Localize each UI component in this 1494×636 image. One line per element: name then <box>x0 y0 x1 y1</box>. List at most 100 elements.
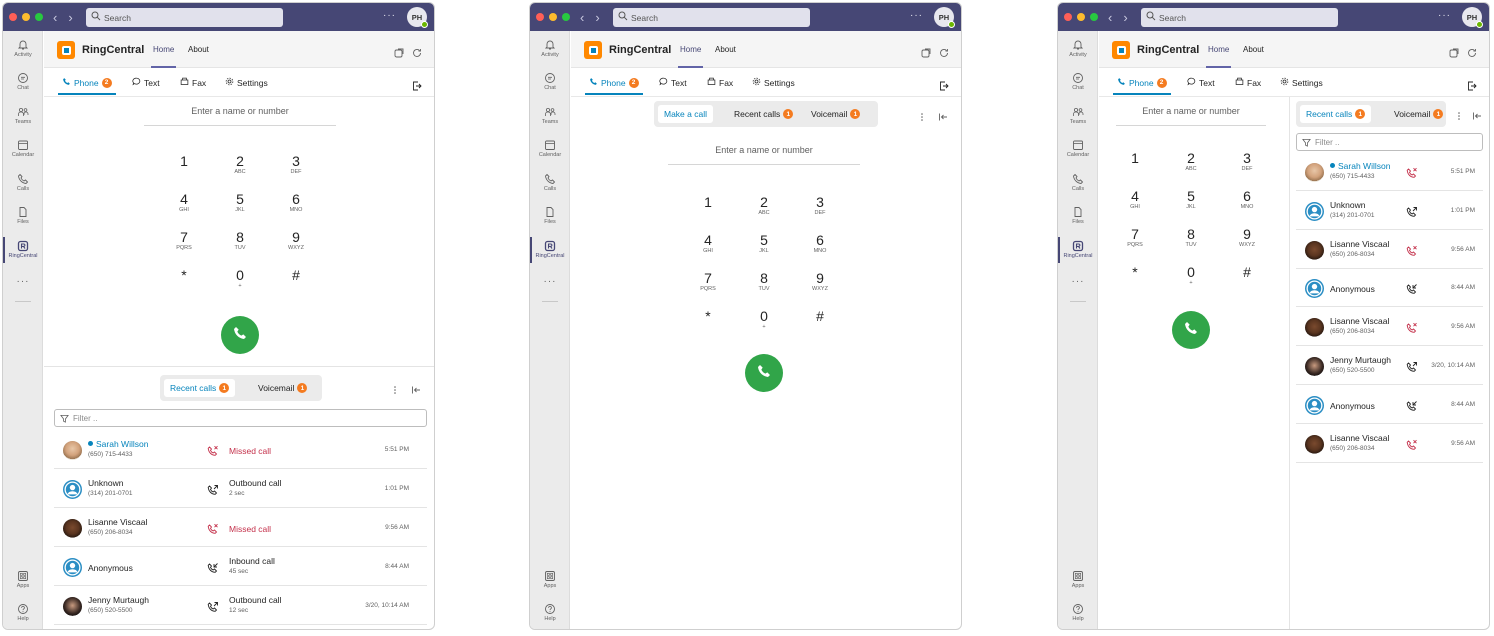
close-window-button[interactable] <box>536 13 544 21</box>
tab-home[interactable]: Home <box>150 45 177 68</box>
back-arrow-icon[interactable]: ‹ <box>53 10 57 25</box>
rail-item-teams[interactable]: Teams <box>1058 106 1098 125</box>
dial-key[interactable]: 1 <box>166 154 202 176</box>
sign-out-icon[interactable] <box>1467 78 1477 91</box>
call-log-row[interactable]: Unknown (314) 201-0701 Outbound call 2 sec 1… <box>54 470 427 508</box>
more-vertical-icon[interactable] <box>917 109 927 121</box>
dial-key[interactable]: 7 PQRS <box>690 271 726 293</box>
recent-calls-tab[interactable]: Recent calls 1 <box>164 379 236 397</box>
dial-key[interactable]: 8 TUV <box>1173 227 1209 249</box>
more-options-button[interactable]: ··· <box>1438 10 1451 21</box>
tab-settings[interactable]: Settings <box>752 77 795 88</box>
tab-phone[interactable]: Phone 2 <box>1113 77 1171 95</box>
dial-key[interactable]: * <box>690 309 726 331</box>
make-call-tab[interactable]: Make a call <box>658 105 713 123</box>
dial-key[interactable]: 5 JKL <box>222 192 258 214</box>
tab-fax[interactable]: Fax <box>1235 77 1261 88</box>
forward-arrow-icon[interactable]: › <box>68 10 72 25</box>
dial-input[interactable]: Enter a name or number <box>1116 106 1266 126</box>
dial-key[interactable]: 6 MNO <box>278 192 314 214</box>
minimize-window-button[interactable] <box>22 13 30 21</box>
dial-key[interactable]: 0 + <box>746 309 782 331</box>
dial-key[interactable]: 9 WXYZ <box>1229 227 1265 249</box>
tab-about[interactable]: About <box>715 45 736 54</box>
dial-key[interactable]: 3 DEF <box>802 195 838 217</box>
more-options-button[interactable]: ··· <box>910 10 923 21</box>
rail-more-apps-button[interactable]: ··· <box>1058 276 1098 287</box>
dial-key[interactable]: 2 ABC <box>746 195 782 217</box>
forward-arrow-icon[interactable]: › <box>1123 10 1127 25</box>
call-log-row[interactable]: Sarah Willson (650) 715-4433 Missed call 5:… <box>54 431 427 469</box>
dial-key[interactable]: 4 GHI <box>690 233 726 255</box>
more-options-button[interactable]: ··· <box>383 10 396 21</box>
dial-key[interactable]: 5 JKL <box>1173 189 1209 211</box>
user-avatar[interactable]: PH <box>407 7 428 28</box>
tab-text[interactable]: Text <box>132 77 160 88</box>
rail-more-apps-button[interactable]: ··· <box>3 276 43 287</box>
collapse-panel-icon[interactable] <box>938 109 948 121</box>
search-input[interactable]: Search <box>1141 8 1338 27</box>
rail-item-files[interactable]: Files <box>530 206 570 225</box>
tab-phone[interactable]: Phone 2 <box>58 77 116 95</box>
rail-item-activity[interactable]: Activity <box>530 39 570 58</box>
dial-input[interactable]: Enter a name or number <box>668 145 860 165</box>
rail-item-chat[interactable]: Chat <box>1058 72 1098 91</box>
dial-key[interactable]: 6 MNO <box>802 233 838 255</box>
rail-item-ringcentral[interactable]: RingCentral <box>530 237 570 263</box>
collapse-panel-icon[interactable] <box>1472 108 1482 120</box>
rail-item-apps[interactable]: Apps <box>1058 570 1098 589</box>
more-vertical-icon[interactable] <box>390 382 400 394</box>
zoom-window-button[interactable] <box>35 13 43 21</box>
recent-calls-tab[interactable]: Recent calls 1 <box>1300 105 1372 123</box>
close-window-button[interactable] <box>9 13 17 21</box>
dial-key[interactable]: # <box>278 268 314 290</box>
dial-key[interactable]: 0 + <box>222 268 258 290</box>
refresh-icon[interactable] <box>412 45 422 57</box>
call-log-row[interactable]: Lisanne Viscaal (650) 206-8034 9:56 AM <box>1296 308 1483 347</box>
recent-calls-tab[interactable]: Recent calls 1 <box>728 105 799 123</box>
rail-item-help[interactable]: Help <box>3 603 43 622</box>
dial-key[interactable]: 8 TUV <box>222 230 258 252</box>
call-log-row[interactable]: Anonymous 8:44 AM <box>1296 269 1483 308</box>
dial-key[interactable]: 8 TUV <box>746 271 782 293</box>
voicemail-tab[interactable]: Voicemail 1 <box>252 379 313 397</box>
popout-icon[interactable] <box>1449 45 1459 58</box>
voicemail-tab[interactable]: Voicemail 1 <box>805 105 866 123</box>
zoom-window-button[interactable] <box>1090 13 1098 21</box>
rail-item-calendar[interactable]: Calendar <box>3 139 43 158</box>
collapse-panel-icon[interactable] <box>411 382 421 394</box>
call-log-row[interactable]: Unknown (314) 201-0701 1:01 PM <box>1296 192 1483 230</box>
close-window-button[interactable] <box>1064 13 1072 21</box>
refresh-icon[interactable] <box>939 45 949 57</box>
sign-out-icon[interactable] <box>412 78 422 91</box>
dial-key[interactable]: # <box>1229 265 1265 287</box>
dial-key[interactable]: 3 DEF <box>1229 151 1265 173</box>
tab-settings[interactable]: Settings <box>225 77 268 88</box>
dial-key[interactable]: 1 <box>690 195 726 217</box>
filter-input[interactable]: Filter .. <box>54 409 427 427</box>
call-button[interactable] <box>745 354 783 392</box>
back-arrow-icon[interactable]: ‹ <box>580 10 584 25</box>
user-avatar[interactable]: PH <box>1462 7 1483 28</box>
search-input[interactable]: Search <box>613 8 810 27</box>
popout-icon[interactable] <box>921 45 931 58</box>
tab-home[interactable]: Home <box>677 45 704 68</box>
call-log-row[interactable]: Sarah Willson (650) 715-4433 5:51 PM <box>1296 153 1483 191</box>
tab-about[interactable]: About <box>1243 45 1264 54</box>
rail-more-apps-button[interactable]: ··· <box>530 276 570 287</box>
back-arrow-icon[interactable]: ‹ <box>1108 10 1112 25</box>
call-log-row[interactable]: Lisanne Viscaal (650) 206-8034 9:56 AM <box>1296 231 1483 269</box>
call-button[interactable] <box>221 316 259 354</box>
dial-key[interactable]: 7 PQRS <box>1117 227 1153 249</box>
popout-icon[interactable] <box>394 45 404 58</box>
call-log-row[interactable]: Jenny Murtaugh (650) 520-5500 Outbound cal… <box>54 587 427 625</box>
tab-text[interactable]: Text <box>1187 77 1215 88</box>
forward-arrow-icon[interactable]: › <box>595 10 599 25</box>
call-log-row[interactable]: Anonymous 8:44 AM <box>1296 386 1483 424</box>
search-input[interactable]: Search <box>86 8 283 27</box>
minimize-window-button[interactable] <box>549 13 557 21</box>
call-log-row[interactable]: Anonymous Inbound call 45 sec 8:44 AM <box>54 548 427 586</box>
call-button[interactable] <box>1172 311 1210 349</box>
dial-key[interactable]: 2 ABC <box>1173 151 1209 173</box>
dial-key[interactable]: 0 + <box>1173 265 1209 287</box>
